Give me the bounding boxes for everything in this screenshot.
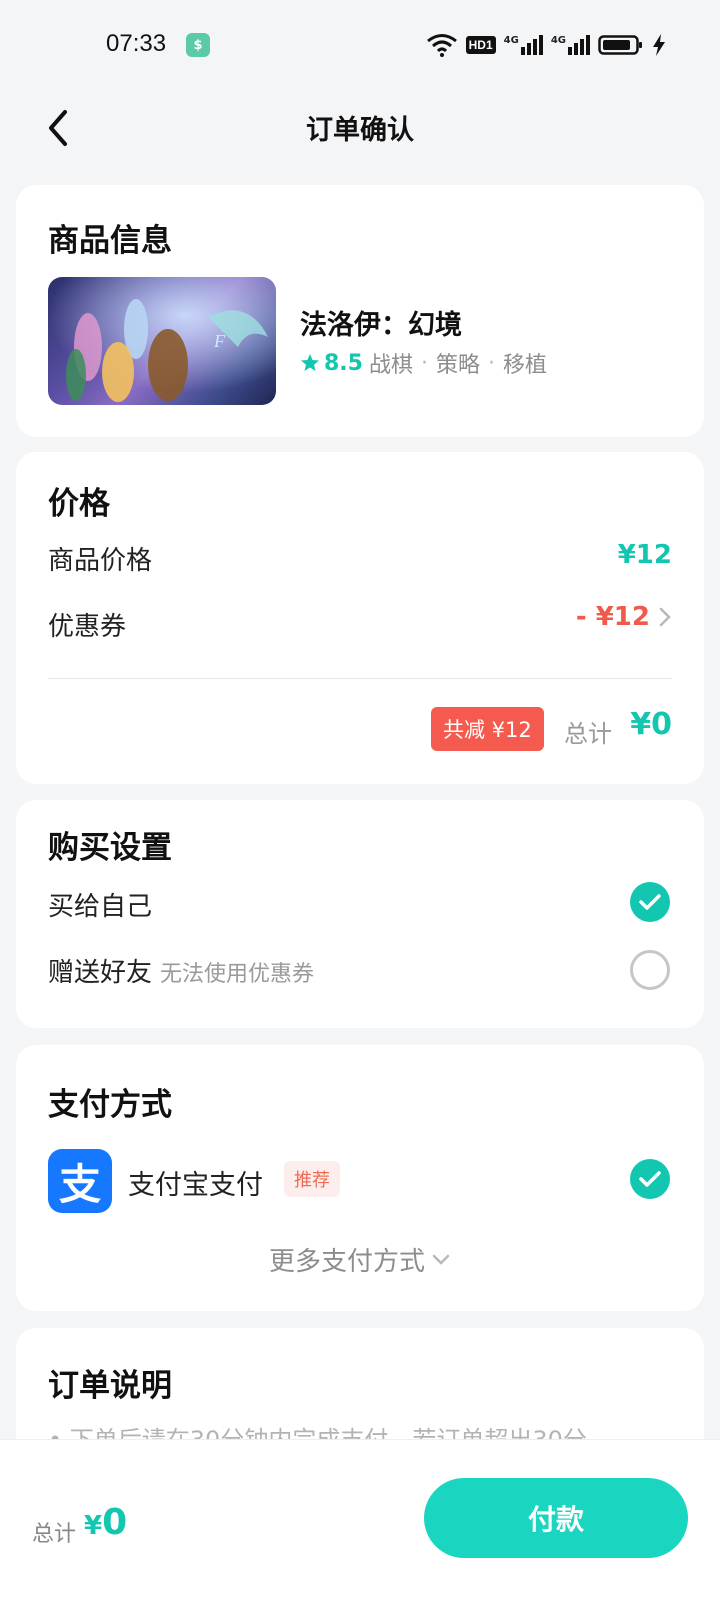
recommend-badge: 推荐 xyxy=(284,1161,340,1197)
check-icon xyxy=(639,894,661,910)
bottom-total-amount: 0 xyxy=(102,1502,128,1543)
status-indicators: HD1 4G 4G xyxy=(426,30,666,60)
alipay-radio[interactable] xyxy=(630,1159,670,1199)
alipay-icon: 支 xyxy=(48,1149,112,1213)
signal-icon-2: 4G xyxy=(551,35,590,55)
tag-2: 移植 xyxy=(503,353,548,378)
tag-0: 战棋 xyxy=(368,353,413,378)
hd-icon: HD1 xyxy=(465,36,496,54)
alipay-label[interactable]: 支付宝支付 xyxy=(128,1163,263,1202)
discount-badge: 共减 ¥12 xyxy=(431,707,544,751)
bottom-total-value: ¥0 xyxy=(84,1502,127,1543)
rating-value: 8.5 xyxy=(324,350,363,376)
option-gift-note: 无法使用优惠券 xyxy=(160,962,315,987)
price-card: 价格 商品价格 ¥12 优惠券 - ¥12 共减 ¥12 总计 ¥0 xyxy=(16,452,704,784)
chevron-right-icon xyxy=(659,607,671,627)
signal-icon-1: 4G xyxy=(504,35,543,55)
tag-separator: · xyxy=(421,350,428,376)
product-rating: 8.5 xyxy=(300,351,363,376)
notes-section-title: 订单说明 xyxy=(48,1368,172,1404)
tag-separator: · xyxy=(488,350,496,376)
total-value: ¥0 xyxy=(630,707,672,742)
item-price-value: ¥12 xyxy=(617,540,672,570)
app-notification-icon: $ xyxy=(186,33,210,57)
option-self-label[interactable]: 买给自己 xyxy=(48,886,152,923)
bottom-total-currency: ¥ xyxy=(84,1511,103,1541)
bottom-bar: 总计 ¥0 付款 xyxy=(0,1440,720,1600)
signal-1-label: 4G xyxy=(503,35,519,46)
battery-icon xyxy=(598,35,642,55)
coupon-value: - ¥12 xyxy=(575,602,650,632)
option-gift-label: 赠送好友 xyxy=(48,958,153,988)
header: 订单确认 xyxy=(0,90,720,170)
more-payment-methods[interactable]: 更多支付方式 xyxy=(16,1241,704,1278)
wifi-icon xyxy=(426,34,457,57)
option-self-radio[interactable] xyxy=(630,882,670,922)
tag-1: 策略 xyxy=(436,353,481,378)
coupon-label: 优惠券 xyxy=(48,612,127,642)
more-payment-label: 更多支付方式 xyxy=(268,1247,425,1277)
bottom-total-label: 总计 xyxy=(32,1522,77,1547)
product-meta: 8.5 战棋 · 策略 · 移植 xyxy=(300,347,547,379)
purchase-section-title: 购买设置 xyxy=(48,830,172,866)
chevron-down-icon xyxy=(432,1254,450,1265)
item-price-label: 商品价格 xyxy=(48,546,153,576)
product-section-title: 商品信息 xyxy=(48,223,172,259)
payment-method-card: 支付方式 支 支付宝支付 推荐 更多支付方式 xyxy=(16,1045,704,1311)
product-name: 法洛伊：幻境 xyxy=(300,310,462,341)
product-thumbnail[interactable]: F xyxy=(48,277,276,405)
svg-text:F: F xyxy=(213,331,226,351)
game-art-image: F xyxy=(48,277,276,405)
option-gift-row[interactable]: 赠送好友 无法使用优惠券 xyxy=(48,952,314,989)
total-label: 总计 xyxy=(564,720,612,748)
product-info-card: 商品信息 F 法洛伊：幻境 8.5 战棋 · 策略 · 移植 xyxy=(16,185,704,437)
payment-section-title: 支付方式 xyxy=(48,1087,172,1123)
price-section-title: 价格 xyxy=(48,486,110,522)
page-title: 订单确认 xyxy=(306,115,414,146)
star-icon xyxy=(301,354,319,371)
status-time: 07:33 xyxy=(106,30,167,57)
price-divider xyxy=(48,678,672,679)
check-icon xyxy=(639,1171,661,1187)
status-bar: 07:33 $ HD1 4G 4G xyxy=(0,0,720,90)
pay-button[interactable]: 付款 xyxy=(424,1478,688,1558)
signal-2-label: 4G xyxy=(550,35,566,46)
purchase-settings-card: 购买设置 买给自己 赠送好友 无法使用优惠券 xyxy=(16,800,704,1028)
coupon-selector[interactable]: - ¥12 xyxy=(576,602,672,632)
charging-icon xyxy=(653,34,665,56)
option-gift-radio[interactable] xyxy=(630,950,670,990)
